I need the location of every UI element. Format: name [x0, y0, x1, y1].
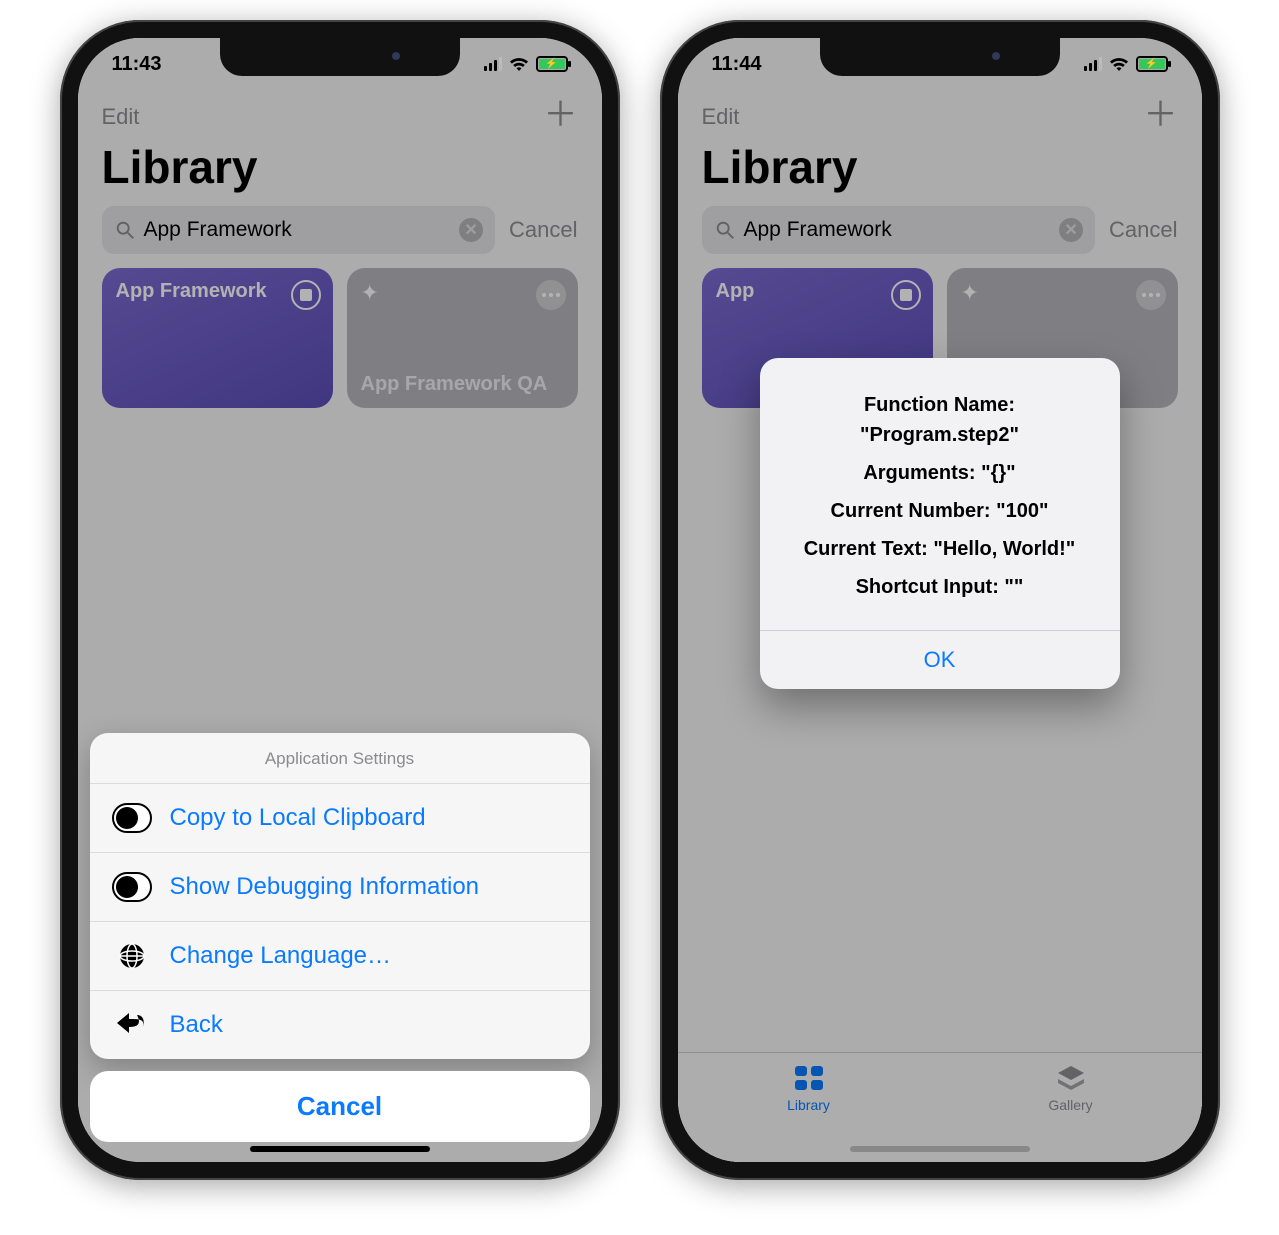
- toggle-icon: [112, 872, 152, 902]
- status-right: ⚡: [484, 56, 568, 72]
- screen: 11:43 ⚡ Edit ＋ Library App Framework: [78, 38, 602, 1162]
- cellular-icon: [1084, 57, 1102, 71]
- home-indicator[interactable]: [250, 1146, 430, 1152]
- status-right: ⚡: [1084, 56, 1168, 72]
- notch: [820, 38, 1060, 76]
- sheet-row-label: Show Debugging Information: [170, 873, 480, 901]
- wifi-icon: [508, 56, 530, 72]
- sheet-row-label: Change Language…: [170, 942, 392, 970]
- action-sheet: Application Settings Copy to Local Clipb…: [78, 733, 602, 1162]
- status-time: 11:44: [712, 53, 762, 76]
- sheet-cancel-button[interactable]: Cancel: [90, 1071, 590, 1142]
- sheet-title: Application Settings: [90, 733, 590, 784]
- battery-icon: ⚡: [1136, 56, 1168, 72]
- sheet-row-show-debug[interactable]: Show Debugging Information: [90, 853, 590, 922]
- home-indicator[interactable]: [850, 1146, 1030, 1152]
- alert-dialog: Function Name:"Program.step2" Arguments:…: [760, 358, 1120, 689]
- cellular-icon: [484, 57, 502, 71]
- notch: [220, 38, 460, 76]
- phone-right: 11:44 ⚡ Edit ＋ Library App Framework: [660, 20, 1220, 1180]
- alert-message: Function Name:"Program.step2" Arguments:…: [760, 358, 1120, 630]
- sheet-row-change-language[interactable]: Change Language…: [90, 922, 590, 991]
- sheet-row-label: Back: [170, 1011, 223, 1039]
- sheet-row-label: Copy to Local Clipboard: [170, 804, 426, 832]
- toggle-icon: [112, 803, 152, 833]
- battery-icon: ⚡: [536, 56, 568, 72]
- sheet-row-back[interactable]: Back: [90, 991, 590, 1059]
- phone-left: 11:43 ⚡ Edit ＋ Library App Framework: [60, 20, 620, 1180]
- back-arrow-icon: [112, 1009, 152, 1041]
- wifi-icon: [1108, 56, 1130, 72]
- status-time: 11:43: [112, 53, 162, 76]
- sheet-row-copy-clipboard[interactable]: Copy to Local Clipboard: [90, 784, 590, 853]
- screen: 11:44 ⚡ Edit ＋ Library App Framework: [678, 38, 1202, 1162]
- globe-icon: [112, 940, 152, 972]
- alert-ok-button[interactable]: OK: [760, 631, 1120, 689]
